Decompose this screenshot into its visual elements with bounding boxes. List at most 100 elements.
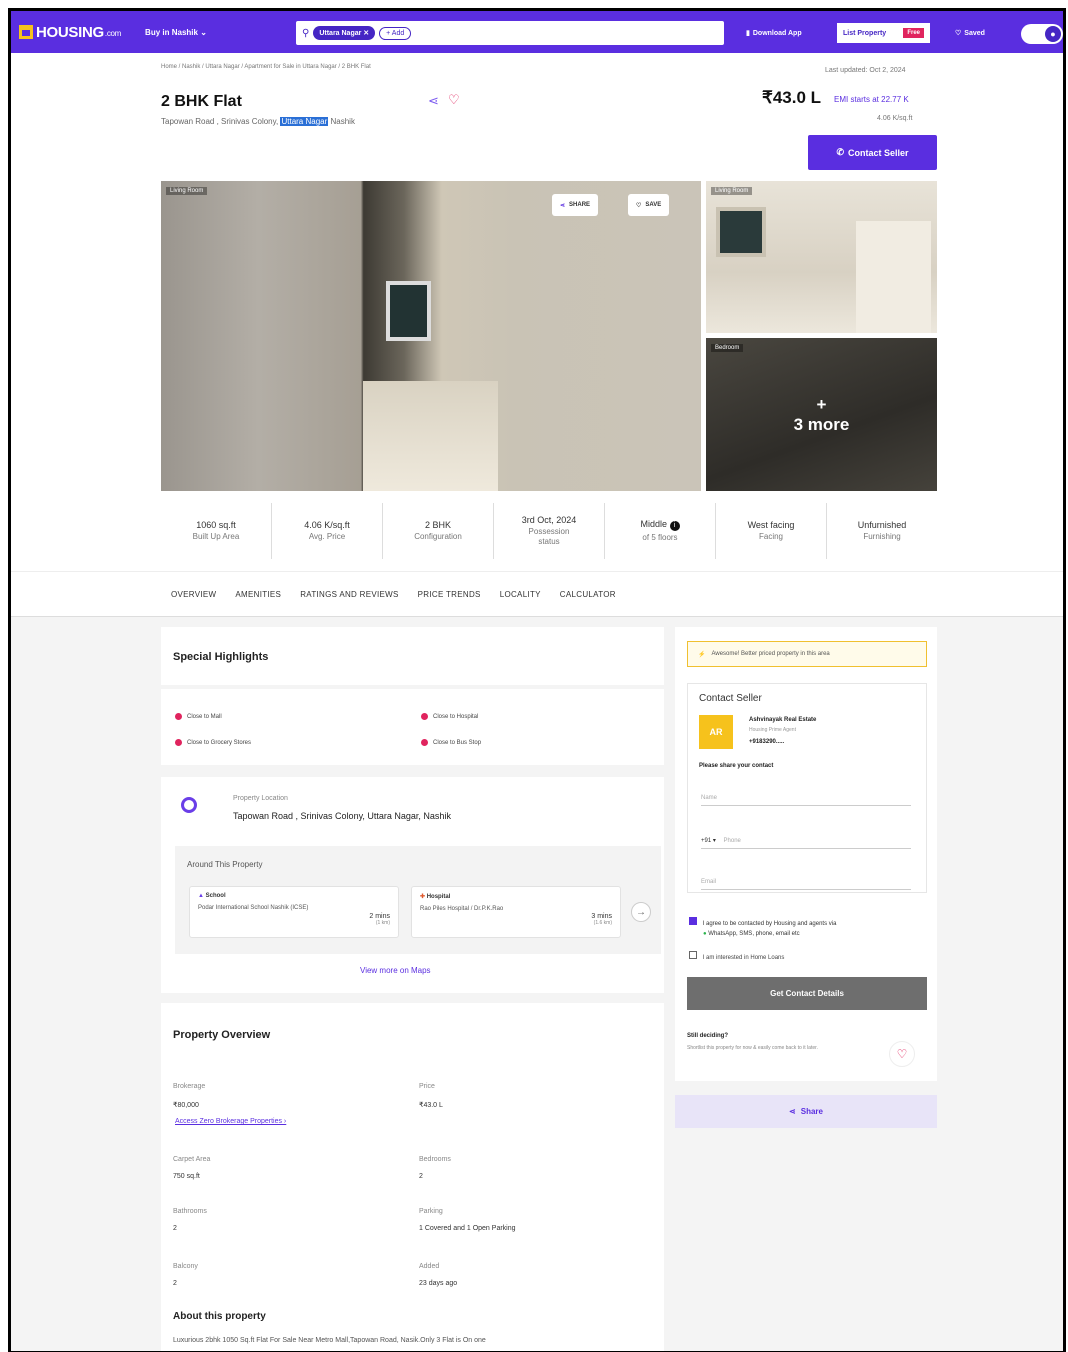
consent-text: I agree to be contacted by Housing and a… <box>702 921 837 927</box>
stat-item: West facing Facing <box>716 503 827 559</box>
logo-text: HOUSING <box>36 23 104 41</box>
shortlist-heart-icon[interactable]: ♡ <box>889 1041 915 1067</box>
name-field[interactable]: Name <box>701 795 911 806</box>
bathrooms-value: 2 <box>173 1225 177 1232</box>
whatsapp-icon: ● <box>703 931 707 938</box>
nearby-place-card[interactable]: ✚ Hospital Rao Piles Hospital / Dr.P.K.R… <box>411 886 621 938</box>
tab-ratings-reviews[interactable]: RATINGS AND REVIEWS <box>300 590 398 599</box>
profile-menu[interactable]: ● <box>1021 24 1063 44</box>
download-app-label: Download App <box>752 29 802 37</box>
consent-checkbox[interactable] <box>689 917 697 925</box>
tab-price-trends[interactable]: PRICE TRENDS <box>418 590 481 599</box>
consent-checkbox-row[interactable]: I agree to be contacted by Housing and a… <box>689 917 929 939</box>
stat-item: 4.06 K/sq.ft Avg. Price <box>272 503 383 559</box>
doorway-image <box>856 221 931 333</box>
check-icon <box>175 739 182 746</box>
home-loan-checkbox-row[interactable]: I am interested in Home Loans <box>689 951 784 961</box>
stat-label: Furnishing <box>863 532 901 542</box>
stat-label: of 5 floors <box>642 533 678 543</box>
price: ₹43.0 L <box>762 88 822 107</box>
nearby-place-card[interactable]: ▲ School Podar International School Nash… <box>189 886 399 938</box>
stat-label: Possession status <box>528 527 570 546</box>
locality-chip-label: Uttara Nagar <box>319 30 362 37</box>
free-badge: Free <box>903 28 924 38</box>
stat-value: Middle i <box>640 519 680 532</box>
buy-city-selector[interactable]: Buy in Nashik ⌄ <box>145 28 207 37</box>
stat-item: Middle i of 5 floors <box>605 503 716 559</box>
highlight-label: Close to Grocery Stores <box>187 739 252 746</box>
share-label: Share <box>800 1107 823 1116</box>
info-icon[interactable]: i <box>669 521 680 532</box>
share-photo-button[interactable]: ⋖ SHARE <box>552 194 599 216</box>
price-label: Price <box>419 1083 435 1090</box>
locality-chip[interactable]: Uttara Nagar ✕ <box>313 26 376 40</box>
nearby-place-type: ▲ School <box>198 893 390 899</box>
emi-link[interactable]: EMI starts at 22.77 K <box>834 95 909 104</box>
overview-title: Property Overview <box>173 1029 271 1041</box>
tab-locality[interactable]: LOCALITY <box>500 590 541 599</box>
contact-seller-button[interactable]: ✆ Contact Seller <box>808 135 937 170</box>
view-on-maps-link[interactable]: View more on Maps <box>360 966 431 975</box>
hospital-icon: ✚ <box>420 894 426 900</box>
lightning-icon: ⚡ <box>698 651 706 658</box>
zero-brokerage-link[interactable]: Access Zero Brokerage Properties › <box>175 1118 286 1125</box>
location-label: Property Location <box>233 795 288 802</box>
saved-label: Saved <box>964 29 985 37</box>
list-property-button[interactable]: List Property Free <box>837 23 930 43</box>
download-app-button[interactable]: ▮ Download App <box>746 23 802 43</box>
check-icon <box>175 713 182 720</box>
price-notice: ⚡ Awesome! Better priced property in thi… <box>687 641 927 667</box>
search-bar[interactable]: ⚲ Uttara Nagar ✕ + Add <box>296 21 724 45</box>
save-photo-button[interactable]: ♡ SAVE <box>628 194 670 216</box>
about-title: About this property <box>173 1311 266 1322</box>
share-button[interactable]: ⋖ Share <box>675 1095 937 1128</box>
main-photo[interactable]: Living Room <box>161 181 701 491</box>
highlight-label: Close to Mall <box>187 713 222 720</box>
heart-icon[interactable]: ♡ <box>448 92 460 108</box>
country-code[interactable]: +91 <box>701 838 711 844</box>
stat-label: Avg. Price <box>308 532 346 542</box>
price-value: ₹43.0 L <box>419 1102 443 1109</box>
page-title: 2 BHK Flat <box>161 93 242 110</box>
list-property-label: List Property <box>843 29 887 37</box>
housing-logo[interactable]: HOUSING .com <box>19 24 121 41</box>
add-locality-chip[interactable]: + Add <box>379 26 412 40</box>
last-updated: Last updated: Oct 2, 2024 <box>825 67 906 74</box>
share-icon[interactable]: ⋖ <box>428 93 439 109</box>
stat-item: 3rd Oct, 2024 Possession status <box>494 503 605 559</box>
travel-time: 3 mins <box>591 913 612 920</box>
get-contact-details-button[interactable]: Get Contact Details <box>687 977 927 1010</box>
share-icon: ⋖ <box>560 202 566 209</box>
more-photos[interactable]: + 3 more <box>706 338 937 491</box>
agent-avatar: AR <box>699 715 733 749</box>
saved-button[interactable]: ♡ Saved <box>955 23 985 43</box>
about-text: Luxurious 2bhk 1050 Sq.ft Flat For Sale … <box>173 1337 486 1344</box>
thumbnail-living-room[interactable]: Living Room <box>706 181 937 333</box>
tab-amenities[interactable]: AMENITIES <box>235 590 281 599</box>
bathrooms-label: Bathrooms <box>173 1208 207 1215</box>
nearby-place-name: Rao Piles Hospital / Dr.P.K.Rao <box>420 906 504 912</box>
breadcrumb[interactable]: Home / Nashik / Uttara Nagar / Apartment… <box>161 64 371 70</box>
share-icon: ⋖ <box>789 1107 796 1116</box>
highlight-item: Close to Mall <box>175 713 222 720</box>
stat-label: Configuration <box>414 532 462 542</box>
floor-image <box>363 381 498 491</box>
next-arrow-icon[interactable]: → <box>631 902 651 922</box>
stat-item: Unfurnished Furnishing <box>827 503 937 559</box>
tab-calculator[interactable]: CALCULATOR <box>560 590 616 599</box>
phone-field[interactable]: +91 ▾ Phone <box>701 837 911 849</box>
home-loan-checkbox[interactable] <box>689 951 697 959</box>
phone-icon: ✆ <box>836 147 844 157</box>
user-icon: ● <box>1045 26 1061 42</box>
thumbnail-bedroom[interactable]: Bedroom + 3 more <box>706 338 937 491</box>
nearby-place-distance: 3 mins (1.6 km) <box>591 913 612 926</box>
tab-overview[interactable]: OVERVIEW <box>171 590 216 599</box>
travel-time: 2 mins <box>369 913 390 920</box>
section-tabs: OVERVIEW AMENITIES RATINGS AND REVIEWS P… <box>11 571 1063 617</box>
address-suffix: Nashik <box>328 117 355 126</box>
carpet-area-label: Carpet Area <box>173 1156 211 1163</box>
email-field[interactable]: Email <box>701 879 911 890</box>
save-photo-label: SAVE <box>645 202 662 208</box>
added-value: 23 days ago <box>419 1280 458 1287</box>
carpet-area-value: 750 sq.ft <box>173 1173 200 1180</box>
